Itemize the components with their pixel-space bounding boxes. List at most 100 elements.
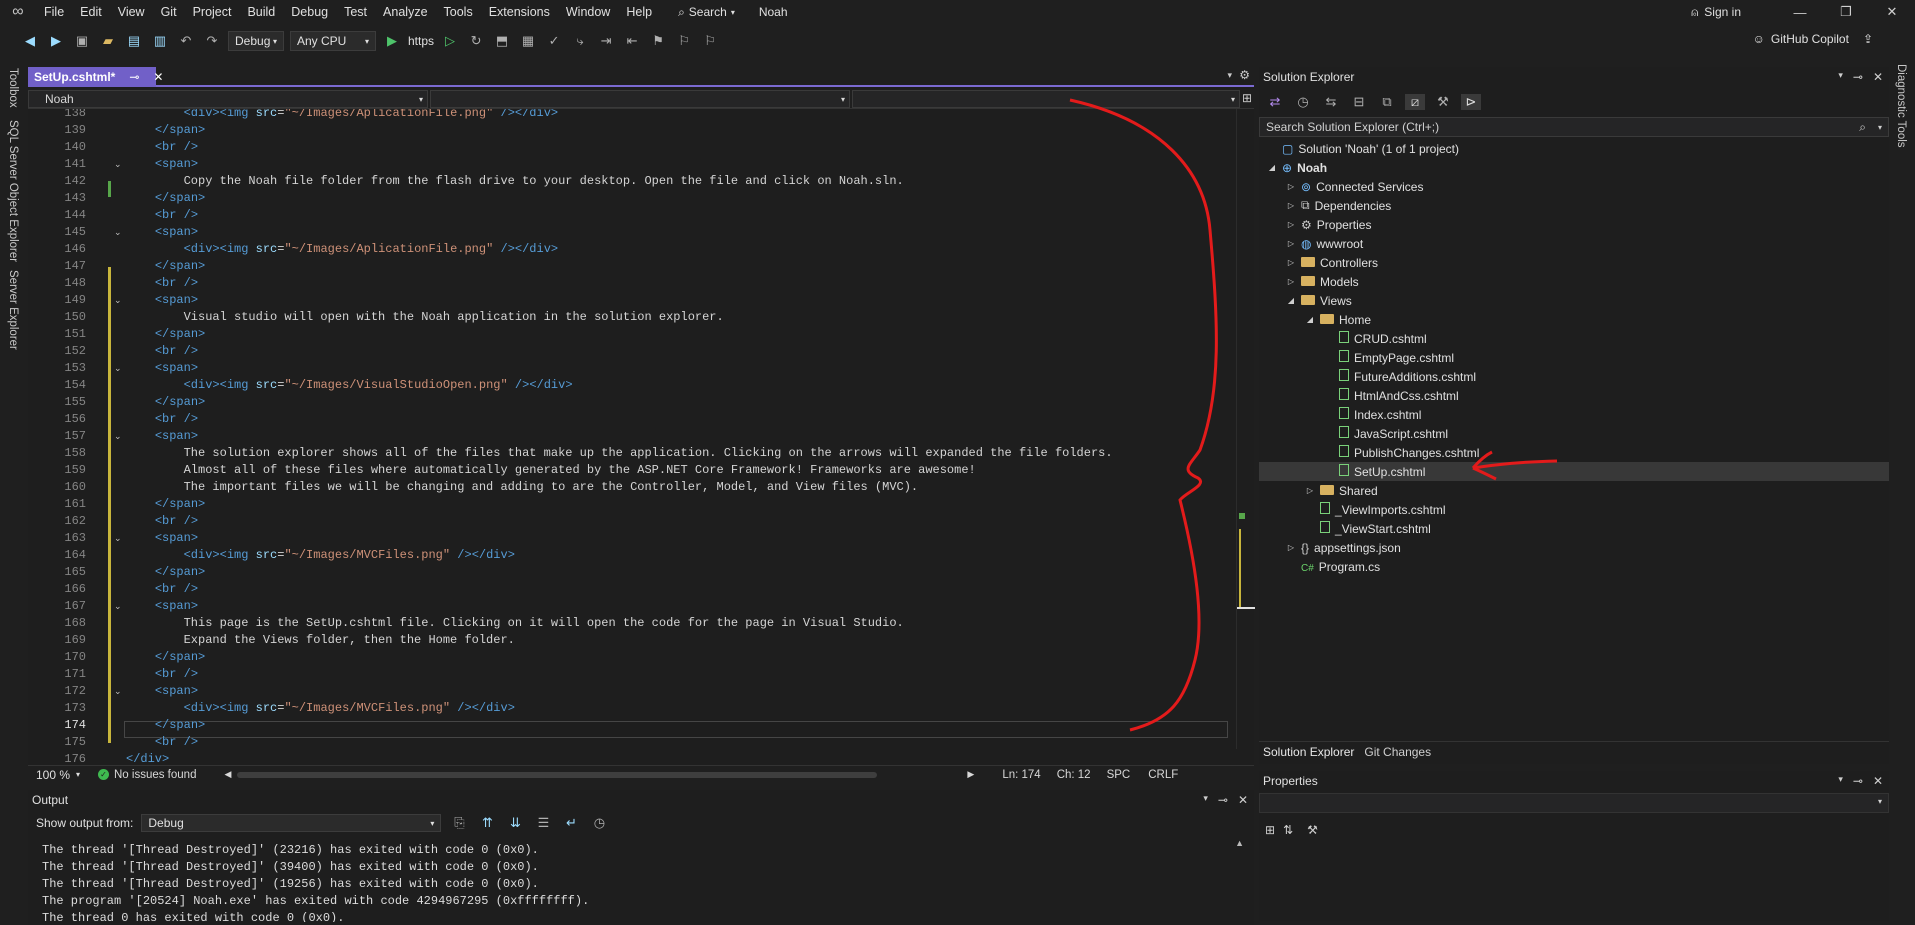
tree-node-htmlandcss-cshtml[interactable]: HtmlAndCss.cshtml <box>1324 386 1459 405</box>
menu-view[interactable]: View <box>110 0 153 24</box>
zoom-select[interactable]: 100 % ▾ <box>30 767 86 783</box>
sync-with-document-icon[interactable]: ⇆ <box>1321 94 1341 110</box>
tree-node-noah[interactable]: ◢ ⊕ Noah <box>1267 158 1327 177</box>
tree-node-models[interactable]: ▷ Models <box>1286 272 1359 291</box>
layout-icon[interactable]: ▦ <box>518 33 538 49</box>
split-editor-icon[interactable]: ⊞ <box>1242 91 1252 105</box>
toolbox-tab[interactable]: Toolbox <box>7 68 19 108</box>
bookmark-icon[interactable]: ⚑ <box>648 33 668 49</box>
line-indicator[interactable]: Ln: 174 <box>1002 769 1040 781</box>
categorized-icon[interactable]: ⊞ <box>1265 823 1275 837</box>
tree-node-crud-cshtml[interactable]: CRUD.cshtml <box>1324 329 1427 348</box>
alphabetical-icon[interactable]: ⇅ <box>1283 823 1293 837</box>
menu-project[interactable]: Project <box>185 0 240 24</box>
close-panel-icon[interactable]: ✕ <box>1873 70 1883 84</box>
search-button[interactable]: ⌕ Search ▾ <box>670 5 743 20</box>
run-target-label[interactable]: https <box>408 34 434 48</box>
menu-build[interactable]: Build <box>239 0 283 24</box>
clear-all-icon[interactable]: ☰ <box>533 815 553 831</box>
sign-in-button[interactable]: ⍝ Sign in <box>1691 5 1741 20</box>
close-window-button[interactable]: ✕ <box>1869 4 1915 20</box>
menu-help[interactable]: Help <box>618 0 660 24</box>
hot-reload-icon[interactable]: ↻ <box>466 33 486 49</box>
line-ending-indicator[interactable]: CRLF <box>1148 769 1178 781</box>
horizontal-scrollbar[interactable] <box>237 771 878 778</box>
tree-node-shared[interactable]: ▷ Shared <box>1305 481 1378 500</box>
fold-chevron-icon[interactable]: ⌄ <box>114 159 122 170</box>
word-wrap-icon[interactable]: ↵ <box>561 815 581 831</box>
tree-node-program-cs[interactable]: C# Program.cs <box>1286 557 1380 576</box>
pin-icon[interactable]: ⊸ <box>1218 793 1228 807</box>
output-source-select[interactable]: Debug ▾ <box>141 814 442 832</box>
expanded-arrow-icon[interactable]: ◢ <box>1267 163 1277 172</box>
tab-git-changes[interactable]: Git Changes <box>1364 745 1431 759</box>
collapsed-arrow-icon[interactable]: ▷ <box>1286 277 1296 286</box>
collapse-all-icon[interactable]: ⊟ <box>1349 94 1369 110</box>
pin-icon[interactable]: ⊸ <box>1853 70 1863 84</box>
tree-node-publishchanges-cshtml[interactable]: PublishChanges.cshtml <box>1324 443 1479 462</box>
new-project-icon[interactable]: ▣ <box>72 33 92 49</box>
tree-node-wwwroot[interactable]: ▷ ◍ wwwroot <box>1286 234 1363 253</box>
tree-node-futureadditions-cshtml[interactable]: FutureAdditions.cshtml <box>1324 367 1476 386</box>
diagnostic-tools-tab[interactable]: Diagnostic Tools <box>1895 64 1907 148</box>
fold-chevron-icon[interactable]: ⌄ <box>114 295 122 306</box>
window-position-icon[interactable]: ▾ <box>1203 793 1208 807</box>
start-debugging-icon[interactable]: ▶ <box>382 33 402 49</box>
member-nav-select[interactable]: ▾ <box>852 90 1240 108</box>
fold-chevron-icon[interactable]: ⌄ <box>114 363 122 374</box>
collapsed-arrow-icon[interactable]: ▷ <box>1286 543 1296 552</box>
menu-test[interactable]: Test <box>336 0 375 24</box>
properties-object-select[interactable]: ▾ <box>1259 793 1889 813</box>
collapsed-arrow-icon[interactable]: ▷ <box>1286 220 1296 229</box>
scroll-left-icon[interactable]: ◀ <box>224 769 231 780</box>
column-indicator[interactable]: Ch: 12 <box>1057 769 1091 781</box>
tree-node-appsettings-json[interactable]: ▷ {} appsettings.json <box>1286 538 1401 557</box>
preview-selected-icon[interactable]: ⧄ <box>1405 94 1425 110</box>
tab-overflow-icon[interactable]: ▾ <box>1227 70 1232 81</box>
tree-node-setup-cshtml[interactable]: SetUp.cshtml <box>1259 462 1889 481</box>
tab-setup-cshtml[interactable]: SetUp.cshtml* ⊸ ✕ <box>28 67 163 87</box>
menu-window[interactable]: Window <box>558 0 618 24</box>
close-panel-icon[interactable]: ✕ <box>1238 793 1248 807</box>
expanded-arrow-icon[interactable]: ◢ <box>1305 315 1315 324</box>
github-copilot-button[interactable]: ☺ GitHub Copilot ⇪ <box>1753 32 1873 46</box>
go-to-next-icon[interactable]: ⇊ <box>505 815 525 831</box>
menu-git[interactable]: Git <box>153 0 185 24</box>
pending-changes-filter-icon[interactable]: ◷ <box>1293 94 1313 110</box>
tree-node-viewimports-cshtml[interactable]: _ViewImports.cshtml <box>1305 500 1445 519</box>
sql-server-object-explorer-tab[interactable]: SQL Server Object Explorer <box>7 120 19 262</box>
next-bookmark-icon[interactable]: ⚐ <box>700 33 720 49</box>
prev-bookmark-icon[interactable]: ⚐ <box>674 33 694 49</box>
tree-node-solution-noah-1-of-1-project[interactable]: ▢ Solution 'Noah' (1 of 1 project) <box>1267 139 1459 158</box>
restore-button[interactable]: ❐ <box>1823 4 1869 20</box>
find-message-icon[interactable]: ⎘ <box>449 815 469 831</box>
outdent-icon[interactable]: ⇤ <box>622 33 642 49</box>
whitespace-indicator[interactable]: SPC <box>1107 769 1131 781</box>
property-pages-icon[interactable]: ⚒ <box>1307 823 1318 837</box>
menu-analyze[interactable]: Analyze <box>375 0 435 24</box>
tree-node-index-cshtml[interactable]: Index.cshtml <box>1324 405 1421 424</box>
tab-solution-explorer[interactable]: Solution Explorer <box>1263 745 1354 759</box>
fold-chevron-icon[interactable]: ⌄ <box>114 533 122 544</box>
type-nav-select[interactable]: ▾ <box>430 90 850 108</box>
save-all-icon[interactable]: ▥ <box>150 33 170 49</box>
solution-configuration-select[interactable]: Debug ▾ <box>228 31 284 51</box>
expanded-arrow-icon[interactable]: ◢ <box>1286 296 1296 305</box>
fold-chevron-icon[interactable]: ⌄ <box>114 601 122 612</box>
indent-icon[interactable]: ⇥ <box>596 33 616 49</box>
tree-node-controllers[interactable]: ▷ Controllers <box>1286 253 1378 272</box>
undo-icon[interactable]: ↶ <box>176 33 196 49</box>
tree-node-viewstart-cshtml[interactable]: _ViewStart.cshtml <box>1305 519 1431 538</box>
window-position-icon[interactable]: ▾ <box>1838 70 1843 84</box>
window-position-icon[interactable]: ▾ <box>1838 774 1843 788</box>
collapsed-arrow-icon[interactable]: ▷ <box>1305 486 1315 495</box>
output-text[interactable]: The thread '[Thread Destroyed]' (23216) … <box>42 834 1232 922</box>
tree-node-views[interactable]: ◢ Views <box>1286 291 1352 310</box>
menu-debug[interactable]: Debug <box>283 0 336 24</box>
browser-link-icon[interactable]: ⬒ <box>492 33 512 49</box>
project-nav-select[interactable]: Noah ▾ <box>28 90 428 108</box>
redo-icon[interactable]: ↷ <box>202 33 222 49</box>
search-options-icon[interactable]: ▾ <box>1878 123 1882 132</box>
settings-gear-icon[interactable]: ⚙ <box>1239 68 1250 82</box>
fold-chevron-icon[interactable]: ⌄ <box>114 227 122 238</box>
